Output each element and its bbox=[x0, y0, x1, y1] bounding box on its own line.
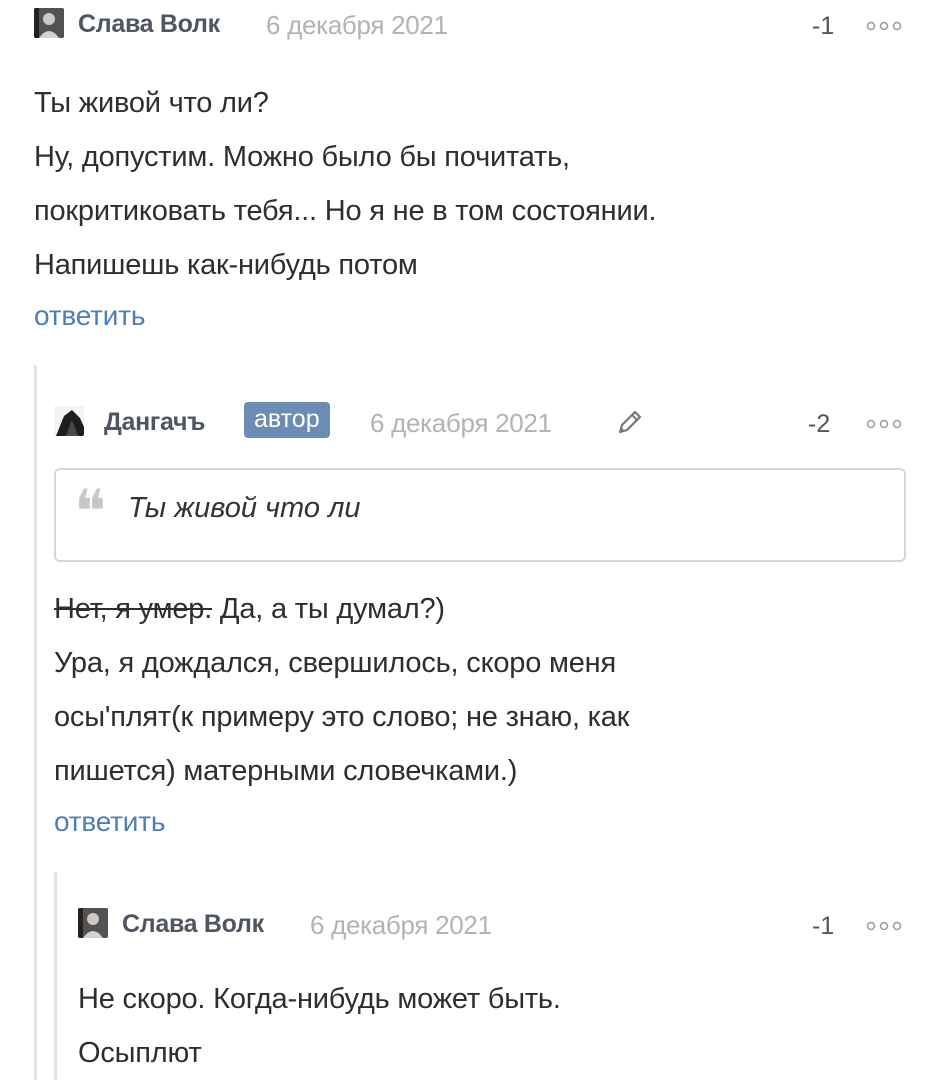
comment: Дангачъ автор 6 декабря 2021 -2 ❝ Ты жив… bbox=[54, 398, 906, 842]
comment-line: покритиковать тебя... Но я не в том сост… bbox=[34, 195, 657, 227]
comment-date[interactable]: 6 декабря 2021 bbox=[370, 408, 552, 439]
author-name[interactable]: Слава Волк bbox=[78, 10, 220, 39]
author-name[interactable]: Слава Волк bbox=[122, 910, 264, 939]
comment-line: Нет, я умер. Да, а ты думал?) bbox=[54, 582, 906, 636]
more-dots-icon[interactable] bbox=[866, 419, 902, 429]
strikethrough-text: Нет, я умер. bbox=[54, 593, 213, 625]
comment-body: Не скоро. Когда-нибудь может быть. Осыпл… bbox=[78, 972, 906, 1080]
comment-body: Ты живой что ли? Ну, допустим. Можно был… bbox=[34, 76, 906, 292]
comment-line: Ура, я дождался, свершилось, скоро меня bbox=[54, 647, 617, 679]
more-dots-icon[interactable] bbox=[866, 921, 902, 931]
comment-line: Не скоро. Когда-нибудь может быть. bbox=[78, 983, 561, 1015]
comment-line: Осыплют bbox=[78, 1037, 202, 1069]
reply-link[interactable]: ответить bbox=[34, 296, 145, 336]
comment-header: Слава Волк 6 декабря 2021 -1 bbox=[78, 900, 906, 944]
more-dots-icon[interactable] bbox=[866, 21, 902, 31]
comment-header: Слава Волк 6 декабря 2021 -1 bbox=[34, 0, 906, 44]
avatar[interactable] bbox=[34, 8, 64, 38]
avatar[interactable] bbox=[78, 908, 108, 938]
pencil-icon[interactable] bbox=[616, 408, 644, 436]
comment-rating: -2 bbox=[808, 410, 831, 438]
author-name[interactable]: Дангачъ bbox=[104, 408, 205, 437]
avatar[interactable] bbox=[54, 406, 84, 436]
comment-rating: -1 bbox=[812, 912, 835, 940]
comment-line: Ты живой что ли? bbox=[34, 87, 269, 119]
quote-text: Ты живой что ли bbox=[128, 492, 361, 524]
author-badge: автор bbox=[244, 402, 330, 438]
comment-rating: -1 bbox=[812, 12, 835, 40]
quote-mark-icon: ❝ bbox=[74, 477, 107, 547]
comment-line: пишется) матерными словечками.) bbox=[54, 755, 518, 787]
comment: Слава Волк 6 декабря 2021 -1 Ты живой чт… bbox=[34, 0, 906, 336]
thread-line bbox=[54, 872, 57, 1080]
comment-date[interactable]: 6 декабря 2021 bbox=[266, 10, 448, 41]
comment: Слава Волк 6 декабря 2021 -1 Не скоро. К… bbox=[78, 900, 906, 1080]
reply-link[interactable]: ответить bbox=[54, 802, 165, 842]
comment-line: Напишешь как-нибудь потом bbox=[34, 249, 418, 281]
comment-body: Нет, я умер. Да, а ты думал?) Ура, я дож… bbox=[54, 582, 906, 798]
comment-line: Ну, допустим. Можно было бы почитать, bbox=[34, 141, 570, 173]
thread-line bbox=[34, 365, 37, 1080]
comment-header: Дангачъ автор 6 декабря 2021 -2 bbox=[54, 398, 906, 442]
comment-line: осы'плят(к примеру это слово; не знаю, к… bbox=[54, 701, 630, 733]
comment-date[interactable]: 6 декабря 2021 bbox=[310, 910, 492, 941]
comment-text: Да, а ты думал?) bbox=[212, 593, 445, 625]
quote-block: ❝ Ты живой что ли bbox=[54, 468, 906, 562]
